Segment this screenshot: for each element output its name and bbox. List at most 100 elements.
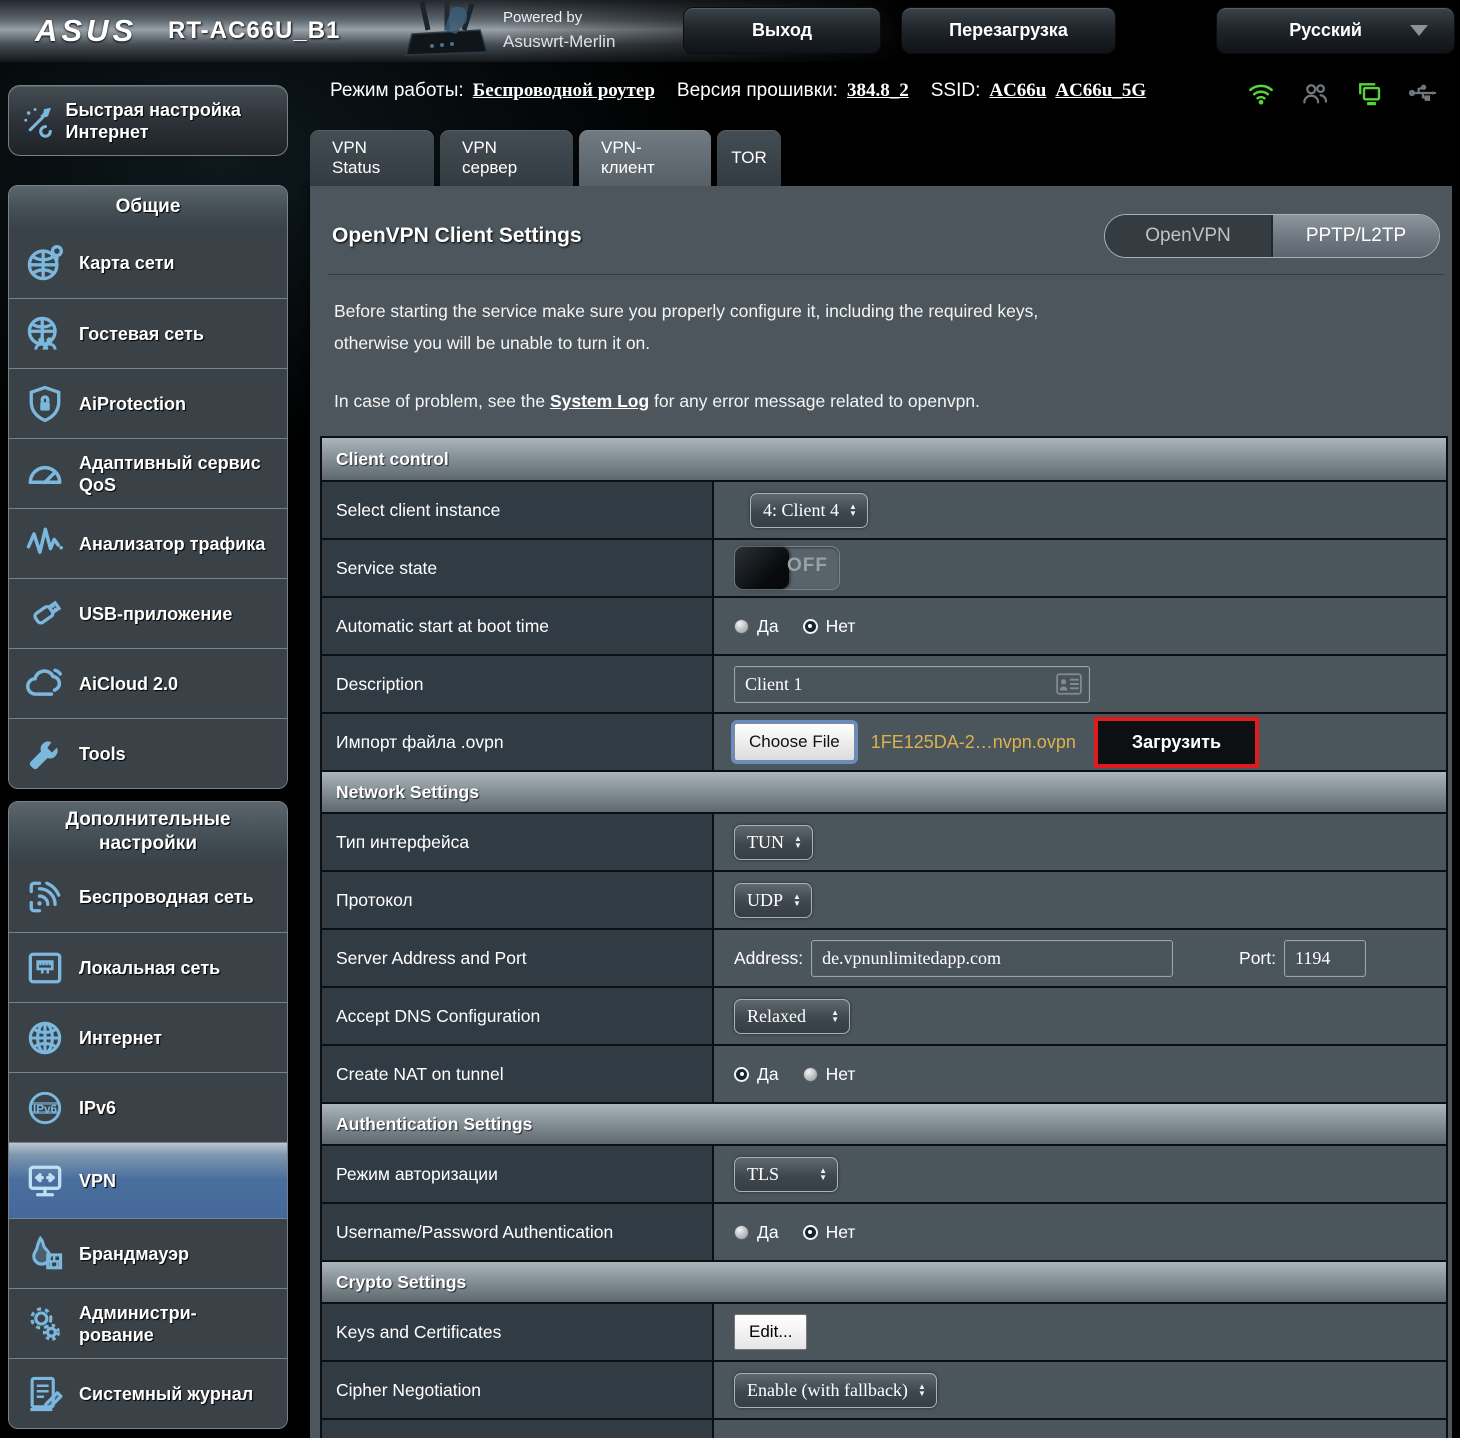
quick-setup-label: Быстрая настройка Интернет	[65, 99, 241, 142]
upload-button[interactable]: Загрузить	[1093, 716, 1260, 768]
sidebar-item-traffic-analyzer[interactable]: Анализатор трафика	[9, 508, 287, 578]
selected-file-name: 1FE125DA-2…nvpn.ovpn	[870, 731, 1076, 752]
ipv6-icon: IPv6	[28, 1091, 62, 1124]
sidebar-item-network-map[interactable]: Карта сети	[9, 228, 287, 298]
sidebar-item-aiprotection[interactable]: AiProtection	[9, 368, 287, 438]
sidebar-item-ipv6[interactable]: IPv6 IPv6	[9, 1072, 287, 1142]
sidebar-item-wan[interactable]: Интернет	[9, 1002, 287, 1072]
asus-logo: ASUS	[35, 13, 138, 48]
row-import-ovpn: Импорт файла .ovpn Choose File 1FE125DA-…	[322, 712, 1446, 770]
toggle-state-label: OFF	[787, 555, 828, 576]
wireless-icon	[29, 881, 61, 913]
description-input[interactable]	[734, 665, 1090, 703]
usb-icon[interactable]	[1408, 78, 1438, 108]
router-image-icon	[404, 0, 489, 56]
nav-group-general-title: Общие	[9, 186, 287, 228]
sidebar-item-vpn[interactable]: VPN	[9, 1142, 287, 1218]
address-label: Address:	[734, 947, 804, 968]
quick-setup-button[interactable]: Быстрая настройка Интернет	[8, 85, 288, 156]
server-port-input[interactable]	[1284, 939, 1366, 977]
lan-devices-icon[interactable]	[1354, 78, 1384, 108]
section-crypto-settings: Crypto Settings	[322, 1260, 1446, 1302]
client-instance-select[interactable]: 4: Client 4 ▲ ▼	[750, 492, 868, 528]
router-admin-page: ASUS RT-AC66U_B1 Powered by Asuswrt-Merl…	[0, 0, 1460, 1438]
ssid-24g-link[interactable]: AC66u	[989, 80, 1046, 102]
autostart-no-radio[interactable]	[802, 618, 818, 634]
system-log-link[interactable]: System Log	[550, 391, 649, 411]
spinner-arrows-icon: ▲ ▼	[849, 502, 857, 518]
settings-table: Client control Select client instance 4:…	[320, 436, 1448, 1438]
sidebar-item-system-log[interactable]: Системный журнал	[9, 1358, 287, 1428]
tab-vpn-status[interactable]: VPN Status	[310, 130, 434, 186]
choose-file-button[interactable]: Choose File	[731, 720, 858, 764]
sidebar-item-qos[interactable]: Адаптивный сервис QoS	[9, 438, 287, 508]
server-address-input[interactable]	[811, 939, 1174, 977]
sidebar-item-label: USB-приложение	[79, 603, 233, 624]
service-state-toggle[interactable]: OFF	[734, 546, 840, 590]
userpass-yes-radio[interactable]	[734, 1224, 749, 1240]
svg-text:IPv6: IPv6	[33, 1102, 58, 1115]
protocol-select[interactable]: UDP ▲ ▼	[734, 882, 812, 918]
vpn-monitor-icon	[28, 1165, 62, 1196]
sidebar-item-guest-network[interactable]: Гостевая сеть	[9, 298, 287, 368]
openvpn-toggle-option[interactable]: OpenVPN	[1105, 215, 1273, 257]
row-cipher-negotiation: Cipher Negotiation Enable (with fallback…	[322, 1360, 1446, 1418]
auth-mode-select[interactable]: TLS ▲ ▼	[734, 1156, 838, 1192]
syslog-icon	[30, 1376, 63, 1411]
title-divider	[328, 274, 1444, 275]
usb-stick-icon	[33, 600, 62, 624]
nat-no-radio[interactable]	[802, 1066, 818, 1082]
sidebar-item-usb-application[interactable]: USB-приложение	[9, 578, 287, 648]
row-userpass-auth: Username/Password Authentication Да Нет	[322, 1202, 1446, 1260]
cipher-negotiation-select[interactable]: Enable (with fallback) ▲ ▼	[734, 1372, 937, 1408]
language-selector[interactable]: Русский	[1216, 7, 1455, 54]
tab-tor[interactable]: TOR	[717, 130, 781, 186]
spinner-arrows-icon: ▲ ▼	[819, 1166, 827, 1182]
sidebar-item-lan[interactable]: Локальная сеть	[9, 932, 287, 1002]
contact-card-icon[interactable]	[1056, 672, 1082, 695]
sidebar-item-administration[interactable]: Администри-рование	[9, 1288, 287, 1358]
reboot-button[interactable]: Перезагрузка	[901, 7, 1116, 54]
sidebar-item-aicloud[interactable]: AiCloud 2.0	[9, 648, 287, 718]
problem-text: In case of problem, see the System Log f…	[334, 391, 980, 411]
radio-yes-label: Да	[757, 615, 779, 636]
sidebar-item-firewall[interactable]: Брандмауэр	[9, 1218, 287, 1288]
radio-no-label: Нет	[825, 1221, 856, 1242]
radio-no-label: Нет	[825, 1063, 856, 1084]
firewall-icon	[32, 1235, 63, 1269]
edit-keys-button[interactable]: Edit...	[734, 1314, 808, 1350]
gauge-icon	[28, 465, 62, 484]
waveform-icon	[26, 527, 63, 554]
mode-link[interactable]: Беспроводной роутер	[473, 80, 655, 102]
sidebar: Быстрая настройка Интернет Общие Карта с…	[8, 85, 288, 1429]
accept-dns-select[interactable]: Relaxed ▲ ▼	[734, 998, 850, 1034]
firmware-link[interactable]: 384.8_2	[847, 80, 909, 102]
nav-group-advanced: Дополнительные настройки Беспроводная се…	[8, 801, 288, 1429]
row-select-client-instance: Select client instance 4: Client 4 ▲ ▼	[322, 480, 1446, 538]
tab-vpn-client[interactable]: VPN-клиент	[579, 130, 711, 186]
wrench-icon	[29, 740, 58, 769]
autostart-yes-radio[interactable]	[734, 618, 749, 634]
sidebar-item-label: Tools	[79, 743, 126, 764]
ssid-5g-link[interactable]: AC66u_5G	[1055, 80, 1146, 102]
ssid-label: SSID:	[930, 80, 981, 101]
interface-type-select[interactable]: TUN ▲ ▼	[734, 824, 813, 860]
sidebar-item-tools[interactable]: Tools	[9, 718, 287, 788]
tab-vpn-server[interactable]: VPN сервер	[440, 130, 573, 186]
vpn-type-toggle: OpenVPN PPTP/L2TP	[1104, 214, 1440, 258]
section-network-settings: Network Settings	[322, 770, 1446, 812]
sidebar-item-label: Адаптивный сервис QoS	[79, 452, 261, 495]
row-interface-type: Тип интерфейса TUN ▲ ▼	[322, 812, 1446, 870]
row-auth-mode: Режим авторизации TLS ▲ ▼	[322, 1144, 1446, 1202]
spinner-arrows-icon: ▲ ▼	[917, 1382, 926, 1398]
wifi-icon[interactable]	[1246, 78, 1276, 108]
intro-text: Before starting the service make sure yo…	[334, 301, 1039, 353]
pptp-l2tp-toggle-option[interactable]: PPTP/L2TP	[1273, 215, 1439, 257]
nat-yes-radio[interactable]	[734, 1066, 749, 1082]
logout-button[interactable]: Выход	[683, 7, 881, 54]
userpass-no-radio[interactable]	[802, 1224, 818, 1240]
spinner-arrows-icon: ▲ ▼	[794, 834, 802, 850]
sidebar-item-label: Анализатор трафика	[79, 533, 266, 554]
sidebar-item-wireless[interactable]: Беспроводная сеть	[9, 862, 287, 932]
clients-icon[interactable]	[1300, 78, 1330, 108]
